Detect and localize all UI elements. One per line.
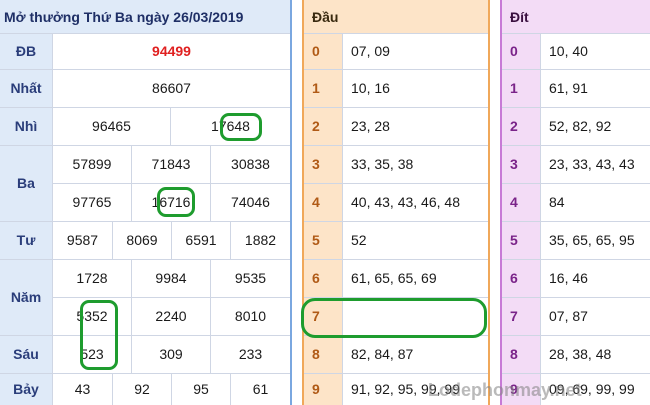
dau-row-values: 61, 65, 65, 69: [351, 270, 437, 286]
prize-value-nam-3: 9535: [234, 270, 267, 286]
dit-row-key: 7: [510, 308, 518, 324]
highlight-circle: [301, 298, 487, 338]
prize-value-tu-1: 9587: [66, 232, 99, 248]
prize-value-bay-3: 95: [193, 381, 209, 397]
highlight-circle: [220, 113, 262, 141]
prize-value-ba-6: 74046: [231, 194, 270, 210]
dit-header: Đít: [510, 8, 529, 25]
dau-row-key: 9: [312, 381, 320, 397]
dit-row-values: 35, 65, 65, 95: [549, 232, 635, 248]
prize-value-nam-6: 8010: [234, 308, 267, 324]
dit-row-values: 16, 46: [549, 270, 588, 286]
dit-row-key: 8: [510, 346, 518, 362]
prize-value-bay-4: 61: [252, 381, 269, 397]
dau-row-key: 1: [312, 80, 320, 96]
prize-value-tu-2: 8069: [126, 232, 158, 248]
page-title: Mở thưởng Thứ Ba ngày 26/03/2019: [0, 0, 290, 33]
prize-value-ba-2: 71843: [151, 156, 191, 172]
highlight-circle: [80, 300, 118, 370]
dau-row-key: 0: [312, 43, 320, 59]
dau-row-key: 5: [312, 232, 320, 248]
dit-row-values: 52, 82, 92: [549, 118, 612, 134]
dau-row-values: 23, 28: [351, 118, 390, 134]
dau-header: Đầu: [312, 8, 339, 25]
dau-row-values: 33, 35, 38: [351, 156, 414, 172]
dau-row-key: 4: [312, 194, 320, 210]
dit-row-values: 23, 33, 43, 43: [549, 156, 635, 172]
prize-label-db: ĐB: [15, 43, 37, 59]
prize-value-ba-3: 30838: [231, 156, 270, 172]
dau-row-values: 10, 16: [351, 80, 390, 96]
prize-value-nam-1: 1728: [76, 270, 108, 286]
dit-table: Đít 0 10, 40 1 61, 91 2 52, 82, 92 3 23, 33, 43…: [500, 0, 650, 405]
prize-value-db: 94499: [152, 43, 191, 59]
dau-row-values: 82, 84, 87: [351, 346, 414, 362]
prize-value-bay-2: 92: [134, 381, 150, 397]
dau-row-values: 40, 43, 43, 46, 48: [351, 194, 460, 210]
dau-row-key: 3: [312, 156, 320, 172]
prize-value-tu-3: 6591: [185, 232, 217, 248]
prize-value-ba-1: 57899: [72, 156, 112, 172]
prize-value-bay-1: 43: [74, 381, 91, 397]
prize-label-tu: Tư: [16, 232, 36, 248]
prize-label-ba: Ba: [17, 175, 35, 191]
prize-label-nhi: Nhì: [14, 118, 38, 134]
prize-label-sau: Sáu: [13, 346, 39, 362]
prize-value-nhat: 86607: [152, 80, 191, 96]
dit-row-values: 10, 40: [549, 43, 588, 59]
dit-row-key: 2: [510, 118, 518, 134]
dit-row-values: 07, 87: [549, 308, 588, 324]
dit-row-key: 1: [510, 80, 518, 96]
dau-table: Đầu 0 07, 09 1 10, 16 2 23, 28 3 33, 35, 38 4 40,…: [302, 0, 490, 405]
dit-row-values: 28, 38, 48: [549, 346, 612, 362]
dau-row-values: 07, 09: [351, 43, 390, 59]
dau-row-key: 8: [312, 346, 320, 362]
prize-value-nhi-1: 96465: [92, 118, 131, 134]
prize-value-tu-4: 1882: [244, 232, 277, 248]
prize-value-nam-5: 2240: [155, 308, 187, 324]
dit-row-key: 3: [510, 156, 518, 172]
dit-row-values: 61, 91: [549, 80, 588, 96]
dit-row-key: 0: [510, 43, 518, 59]
prize-label-nhat: Nhất: [10, 80, 42, 96]
dit-row-values: 84: [549, 194, 565, 210]
results-table: Mở thưởng Thứ Ba ngày 26/03/2019 ĐB Nhất…: [0, 0, 292, 405]
prize-label-nam: Năm: [10, 289, 42, 305]
prize-value-ba-4: 97765: [72, 194, 112, 210]
prize-value-sau-3: 233: [238, 346, 263, 362]
highlight-circle: [157, 187, 195, 217]
prize-value-sau-2: 309: [159, 346, 183, 362]
dau-row-key: 6: [312, 270, 320, 286]
dau-row-values: 52: [351, 232, 367, 248]
prize-label-bay: Bảy: [13, 381, 39, 397]
dit-row-key: 5: [510, 232, 518, 248]
dit-row-key: 6: [510, 270, 518, 286]
dau-row-key: 2: [312, 118, 320, 134]
watermark: Lodephonmay.net: [428, 380, 582, 400]
prize-value-nam-2: 9984: [155, 270, 187, 286]
dit-row-key: 4: [510, 194, 518, 210]
